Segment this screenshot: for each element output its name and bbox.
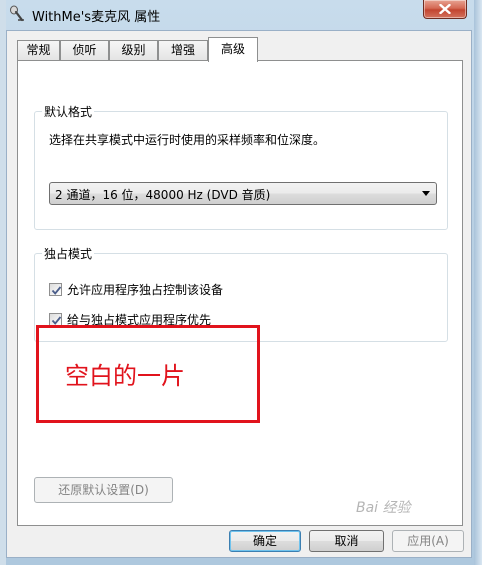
restore-defaults-button[interactable]: 还原默认设置(D) <box>34 477 173 503</box>
tab-listen[interactable]: 侦听 <box>60 40 109 61</box>
microphone-icon <box>9 5 25 23</box>
format-dropdown-value: 2 通道，16 位，48000 Hz (DVD 音质) <box>55 188 271 202</box>
annotation-box: 空白的一片 <box>36 325 260 423</box>
tab-general[interactable]: 常规 <box>17 40 60 61</box>
allow-exclusive-checkbox[interactable] <box>49 283 62 296</box>
format-dropdown[interactable]: 2 通道，16 位，48000 Hz (DVD 音质) <box>49 182 437 205</box>
cancel-button[interactable]: 取消 <box>309 530 384 552</box>
exclusive-mode-legend: 独占模式 <box>42 245 95 262</box>
allow-exclusive-label: 允许应用程序独占控制该设备 <box>67 283 224 297</box>
tab-levels[interactable]: 级别 <box>109 40 158 61</box>
ok-button[interactable]: 确定 <box>229 530 301 552</box>
properties-dialog: 常规 侦听 级别 增强 高级 默认格式 选择在共享模式中运行时使用的采样频率和位… <box>6 30 472 558</box>
tab-panel-advanced: 默认格式 选择在共享模式中运行时使用的采样频率和位深度。 2 通道，16 位，4… <box>17 60 463 526</box>
window-title: WithMe's麦克风 属性 <box>32 10 161 25</box>
annotation-text: 空白的一片 <box>65 362 185 390</box>
title-bar[interactable]: WithMe's麦克风 属性 <box>0 0 482 30</box>
tab-advanced[interactable]: 高级 <box>208 37 258 62</box>
checkmark-icon <box>51 286 62 295</box>
tab-enhancements[interactable]: 增强 <box>158 40 208 61</box>
chevron-down-icon <box>422 191 430 196</box>
default-format-legend: 默认格式 <box>42 103 95 120</box>
background-window-edge-right <box>474 0 482 565</box>
close-button[interactable] <box>423 0 467 19</box>
apply-button[interactable]: 应用(A) <box>392 530 464 552</box>
default-format-group: 默认格式 选择在共享模式中运行时使用的采样频率和位深度。 2 通道，16 位，4… <box>34 103 448 230</box>
default-format-description: 选择在共享模式中运行时使用的采样频率和位深度。 <box>49 133 326 147</box>
watermark: Bai 经验 <box>356 500 411 516</box>
